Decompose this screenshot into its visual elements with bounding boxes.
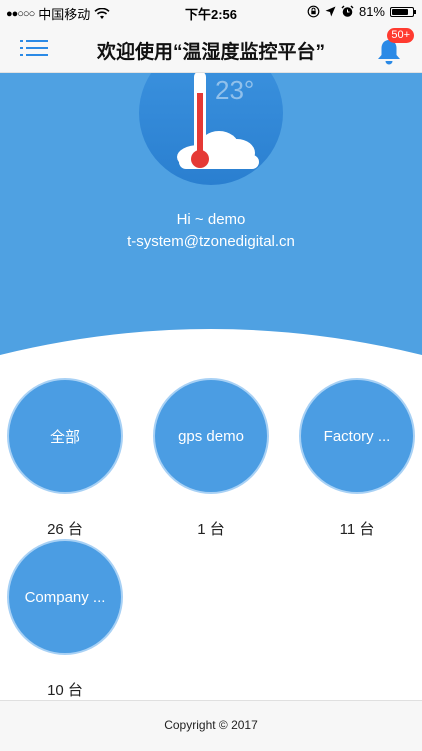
notification-badge: 50+ — [387, 28, 414, 43]
device-count: 26 台 — [47, 521, 83, 538]
notification-button[interactable]: 50+ — [372, 28, 414, 66]
location-arrow-icon — [325, 6, 336, 17]
greeting-text: Hi ~ demo — [176, 211, 246, 228]
temperature-label: 23° — [215, 75, 255, 105]
menu-icon[interactable] — [20, 38, 48, 58]
device-group-gps-demo[interactable]: gps demo 1 台 — [153, 378, 269, 538]
nav-bar: 欢迎使用“温湿度监控平台” 50+ — [0, 24, 422, 73]
battery-icon — [390, 6, 416, 17]
alarm-clock-icon — [341, 5, 354, 17]
status-bar: ●●○○○ 中国移动 下午2:56 81% — [0, 0, 422, 24]
device-group-circle[interactable]: 全部 — [7, 378, 123, 494]
thermometer-cloud-icon — [177, 73, 259, 169]
device-group-all[interactable]: 全部 26 台 — [7, 378, 123, 538]
battery-fill — [392, 8, 409, 15]
rotation-lock-icon — [307, 5, 320, 18]
device-group-factory[interactable]: Factory ... 11 台 — [299, 378, 415, 538]
device-group-company[interactable]: Company ... 10 台 — [7, 539, 123, 699]
battery-percent: 81% — [358, 4, 385, 19]
copyright-text: Copyright © 2017 — [164, 718, 258, 732]
page-title: 欢迎使用“温湿度监控平台” — [96, 42, 325, 63]
device-group-circle[interactable]: Factory ... — [299, 378, 415, 494]
device-count: 10 台 — [47, 682, 83, 699]
device-group-circle[interactable]: Company ... — [7, 539, 123, 655]
profile-hero: 23° Hi ~ demo t-system@tzonedigital.cn — [0, 73, 422, 363]
footer: Copyright © 2017 — [0, 700, 422, 751]
user-email: t-system@tzonedigital.cn — [127, 233, 295, 250]
device-count: 11 台 — [339, 521, 375, 538]
device-count: 1 台 — [197, 521, 225, 538]
app-logo: 23° — [139, 73, 283, 185]
status-right: 81% — [307, 4, 416, 19]
device-group-circle[interactable]: gps demo — [153, 378, 269, 494]
